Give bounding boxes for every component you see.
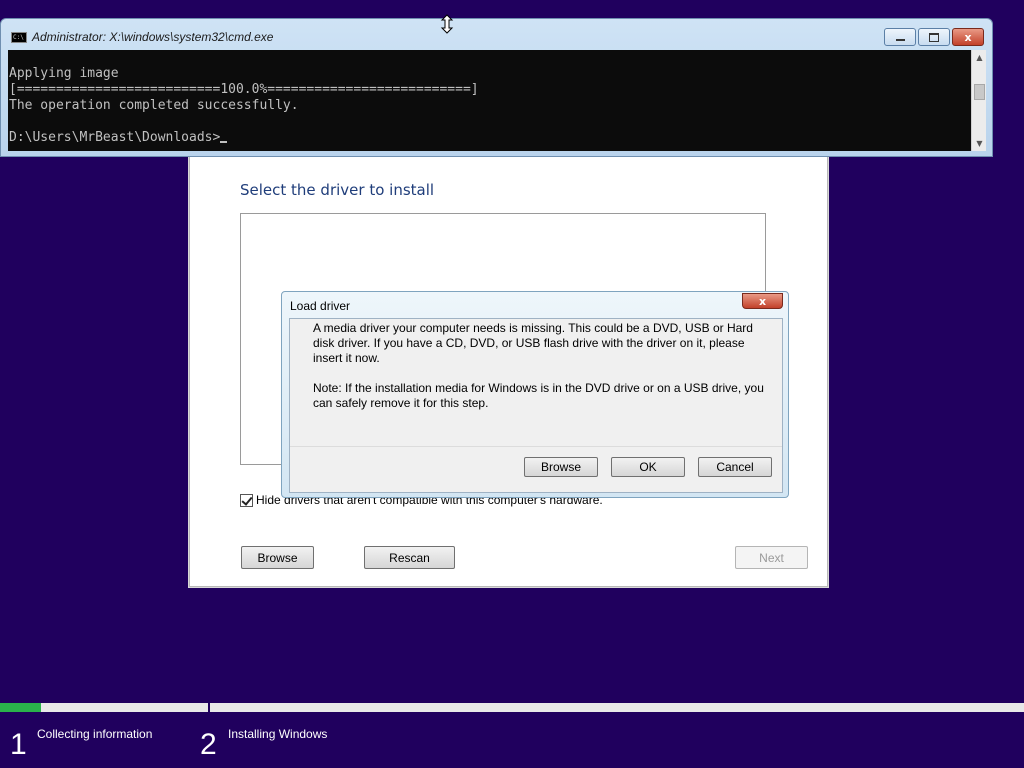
cmd-title: Administrator: X:\windows\system32\cmd.e… (32, 30, 274, 44)
minimize-button[interactable] (884, 28, 916, 46)
setup-heading: Select the driver to install (240, 181, 435, 199)
console-prompt-line[interactable]: D:\Users\MrBeast\Downloads> (9, 130, 971, 146)
dialog-ok-button[interactable]: OK (611, 457, 685, 477)
dialog-browse-button[interactable]: Browse (524, 457, 598, 477)
dialog-message: A media driver your computer needs is mi… (313, 321, 768, 426)
dialog-browse-label: Browse (540, 460, 581, 474)
dialog-title: Load driver (290, 299, 351, 313)
minimize-icon (895, 38, 905, 41)
scroll-thumb[interactable] (974, 84, 985, 100)
setup-browse-label: Browse (257, 550, 298, 565)
cmd-titlebar[interactable]: C:\ Administrator: X:\windows\system32\c… (1, 19, 992, 50)
hide-incompatible-checkbox[interactable] (240, 493, 253, 507)
dialog-cancel-button[interactable]: Cancel (698, 457, 772, 477)
text-cursor (220, 141, 228, 143)
dialog-ok-label: OK (639, 460, 657, 474)
next-label: Next (759, 550, 784, 565)
console-line: The operation completed successfully. (9, 98, 299, 113)
dialog-separator (290, 446, 782, 447)
vertical-scrollbar[interactable]: ▲ ▼ (971, 50, 986, 151)
progress-track (0, 703, 1024, 712)
step-label: Installing Windows (228, 727, 328, 741)
dialog-body: A media driver your computer needs is mi… (289, 318, 783, 493)
cmd-window: C:\ Administrator: X:\windows\system32\c… (0, 18, 993, 157)
maximize-button[interactable] (918, 28, 950, 46)
restore-icon (929, 32, 939, 42)
dialog-close-button[interactable]: x (742, 293, 783, 309)
close-button[interactable]: x (952, 28, 984, 46)
progress-step-divider (208, 700, 210, 714)
progress-fill (0, 703, 41, 712)
console-line: Applying image (9, 66, 119, 81)
scroll-up-icon[interactable]: ▲ (972, 50, 987, 65)
console-prompt: D:\Users\MrBeast\Downloads> (9, 130, 221, 145)
next-button[interactable]: Next (735, 546, 808, 569)
step-number: 1 (10, 728, 27, 761)
step-number: 2 (200, 728, 217, 761)
console-line: [==========================100.0%=======… (9, 82, 479, 97)
rescan-label: Rescan (389, 550, 430, 565)
cmd-app-icon: C:\ (11, 32, 27, 43)
dialog-cancel-label: Cancel (716, 460, 754, 474)
dialog-message-main: A media driver your computer needs is mi… (313, 321, 753, 365)
close-icon: x (964, 30, 972, 44)
step-label: Collecting information (37, 727, 153, 741)
setup-browse-button[interactable]: Browse (241, 546, 314, 569)
close-icon: x (758, 294, 767, 308)
resize-cursor-icon (440, 14, 454, 34)
dialog-message-note: Note: If the installation media for Wind… (313, 381, 764, 410)
rescan-button[interactable]: Rescan (364, 546, 455, 569)
scroll-down-icon[interactable]: ▼ (972, 136, 987, 151)
console-output[interactable]: Applying image [=========================… (8, 50, 971, 151)
load-driver-dialog: Load driver x A media driver your comput… (281, 291, 789, 498)
